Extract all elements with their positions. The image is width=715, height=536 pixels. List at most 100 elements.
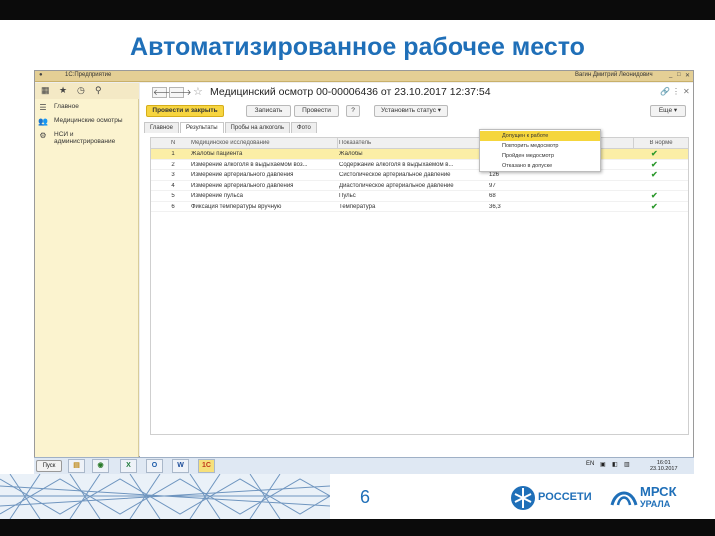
document-header: 🡐 🡒 ☆ Медицинский осмотр 00-00006436 от … <box>140 83 693 101</box>
help-button[interactable]: ? <box>346 105 360 117</box>
cell-exam: Фиксация температуры вручную <box>191 203 282 210</box>
slide-top-bar <box>0 0 715 20</box>
save-button[interactable]: Записать <box>246 105 291 117</box>
mrsk-logo-text: МРСК <box>640 484 677 499</box>
minimize-icon[interactable]: _ <box>669 72 672 78</box>
document-form: 🡐 🡒 ☆ Медицинский осмотр 00-00006436 от … <box>140 83 693 457</box>
post-button[interactable]: Провести <box>294 105 339 117</box>
tab-main[interactable]: Главное <box>144 122 179 133</box>
urala-logo-text: УРАЛА <box>640 499 671 509</box>
table-row[interactable]: 2 Измерение алкоголя в выдыхаемом воз... С… <box>151 160 688 170</box>
tab-results[interactable]: Результаты <box>179 122 224 133</box>
people-icon: 👥 <box>38 117 48 126</box>
column-header-indicator[interactable]: Показатель <box>339 140 487 146</box>
cell-number: 4 <box>171 182 175 189</box>
favorites-star-icon[interactable]: ★ <box>59 85 67 96</box>
file-explorer-icon[interactable]: ▤ <box>68 459 85 473</box>
table-row[interactable]: 5 Измерение пульса Пульс 68 ✔ <box>151 191 688 202</box>
cell-indicator: Пульс <box>339 193 356 199</box>
menu-item-exam-passed[interactable]: Пройден медосмотр <box>480 151 600 161</box>
cell-exam: Измерение артериального давления <box>191 182 294 189</box>
language-indicator[interactable]: EN <box>586 461 594 467</box>
cell-value: 126 <box>489 172 500 178</box>
cell-number: 1 <box>171 151 175 157</box>
word-icon[interactable]: W <box>172 459 189 473</box>
more-button[interactable]: Еще ▾ <box>650 105 686 117</box>
rosseti-logo-text: РОССЕТИ <box>538 491 592 503</box>
chevron-down-icon: ▾ <box>673 107 678 114</box>
network-icon[interactable]: ▣ <box>600 461 606 468</box>
current-user[interactable]: Вагин Дмитрий Леонидович <box>575 72 653 78</box>
volume-icon[interactable]: ◧ <box>612 461 618 468</box>
sections-toolbar: ▦ ★ ◷ ⚲ <box>35 83 139 99</box>
sidebar-item-label: Медицинские осмотры <box>54 117 123 124</box>
close-icon[interactable]: ✕ <box>685 72 690 79</box>
table-row[interactable]: 6 Фиксация температуры вручную Температура… <box>151 202 688 212</box>
cell-number: 6 <box>171 203 175 210</box>
mrsk-emblem-icon <box>610 491 638 506</box>
start-button[interactable]: Пуск <box>36 460 62 472</box>
chrome-icon[interactable]: ◉ <box>92 459 109 473</box>
column-header-normal[interactable]: В норме <box>636 140 686 146</box>
status-dropdown-menu: Допущен к работе Повторить медосмотр Про… <box>479 129 601 172</box>
gear-icon: ⚙ <box>39 131 47 140</box>
rosseti-emblem-icon <box>511 486 535 510</box>
post-and-close-button[interactable]: Провести и закрыть <box>146 105 224 117</box>
app-window: ● 1С:Предприятие Вагин Дмитрий Леонидови… <box>34 70 694 457</box>
cell-value: 97 <box>489 182 496 189</box>
sidebar-item-medical-exams[interactable]: 👥 Медицинские осмотры <box>38 117 136 126</box>
link-icon[interactable]: 🔗 <box>660 87 670 96</box>
window-titlebar: ● 1С:Предприятие Вагин Дмитрий Леонидови… <box>35 71 693 82</box>
more-label: Еще <box>658 107 673 114</box>
favorite-star-icon[interactable]: ☆ <box>193 85 203 98</box>
slide-title: Автоматизированное рабочее место <box>130 33 585 61</box>
set-status-button[interactable]: Установить статус ▾ <box>374 105 448 117</box>
sidebar-item-nsi-admin[interactable]: ⚙ НСИ и администрирование <box>38 131 136 145</box>
cell-indicator: Систолическое артериальное давление <box>339 172 451 178</box>
sidebar-item-main[interactable]: ☰ Главное <box>38 103 136 112</box>
sections-grid-icon[interactable]: ▦ <box>41 85 50 96</box>
column-separator <box>633 138 634 149</box>
menu-item-admitted[interactable]: Допущен к работе <box>480 131 600 141</box>
table-row[interactable]: 1Жалобы пациентаЖалобынет✔ <box>151 149 688 160</box>
table-row[interactable]: 3 Измерение артериального давления Систоли… <box>151 170 688 181</box>
cell-exam: Измерение артериального давления <box>191 172 294 178</box>
document-title: Медицинский осмотр 00-00006436 от 23.10.… <box>210 86 491 98</box>
tab-alcohol-tests[interactable]: Пробы на алкоголь <box>224 122 291 133</box>
more-options-icon[interactable]: ⋮ <box>672 87 680 96</box>
menu-item-repeat-exam[interactable]: Повторить медосмотр <box>480 141 600 151</box>
forward-button[interactable]: 🡒 <box>169 87 191 98</box>
notifications-icon[interactable]: ▥ <box>624 461 630 468</box>
page-number: 6 <box>360 487 371 507</box>
cell-number: 2 <box>171 161 175 168</box>
slide-bottom-bar <box>0 519 715 536</box>
back-button[interactable]: 🡐 <box>152 87 174 98</box>
history-icon[interactable]: ◷ <box>77 85 85 96</box>
excel-icon[interactable]: X <box>120 459 137 473</box>
outlook-icon[interactable]: O <box>146 459 163 473</box>
1c-enterprise-icon[interactable]: 1С <box>198 459 215 473</box>
cell-exam: Измерение алкоголя в выдыхаемом воз... <box>191 161 308 168</box>
column-header-exam[interactable]: Медицинское исследование <box>191 140 339 146</box>
os-taskbar: Пуск ▤ ◉ X O W 1С EN ▣ ◧ ▥ 16:01 23.10.2… <box>34 457 694 474</box>
cell-indicator: Диастолическое артериальное давление <box>339 182 454 189</box>
mrsk-urala-logo: МРСК УРАЛА <box>608 478 708 514</box>
sidebar-item-label: Главное <box>54 103 79 110</box>
maximize-icon[interactable]: □ <box>677 72 681 78</box>
cell-number: 5 <box>171 193 175 199</box>
taskbar-clock[interactable]: 16:01 23.10.2017 <box>650 460 678 472</box>
sidebar-item-label: НСИ и администрирование <box>54 131 116 145</box>
column-separator <box>337 138 338 149</box>
checkmark-icon: ✔ <box>651 170 658 179</box>
menu-item-denied[interactable]: Отказано в допуске <box>480 161 600 171</box>
tab-photo[interactable]: Фото <box>291 122 317 133</box>
document-tabs: Главное Результаты Пробы на алкоголь Фот… <box>144 122 318 133</box>
cell-value: 68 <box>489 193 496 199</box>
search-icon[interactable]: ⚲ <box>95 85 102 96</box>
table-row[interactable]: 4 Измерение артериального давления Диастол… <box>151 181 688 191</box>
close-form-icon[interactable]: ✕ <box>683 87 690 96</box>
table-body: 1Жалобы пациентаЖалобынет✔2 Измерение алк… <box>151 149 688 212</box>
menu-icon: ☰ <box>39 103 47 112</box>
column-header-n[interactable]: N <box>163 140 183 146</box>
app-logo-icon: ● <box>39 72 43 78</box>
